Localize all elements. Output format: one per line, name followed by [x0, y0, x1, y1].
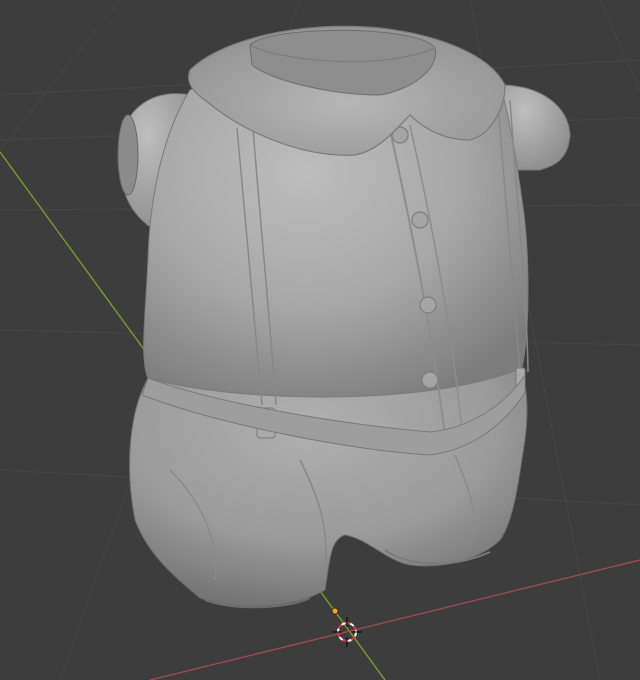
left-sleeve-opening: [117, 114, 139, 196]
3d-viewport[interactable]: [0, 0, 640, 680]
object-origin-marker: [331, 607, 339, 615]
